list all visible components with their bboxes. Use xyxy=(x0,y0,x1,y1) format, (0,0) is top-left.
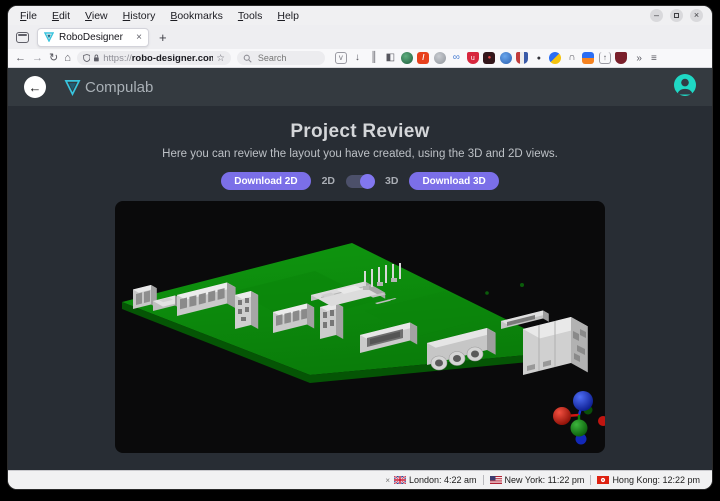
bookmark-star-icon[interactable]: ☆ xyxy=(216,53,225,64)
download-2d-button[interactable]: Download 2D xyxy=(221,172,310,190)
page-subtitle: Here you can review the layout you have … xyxy=(162,148,558,160)
tab-title: RoboDesigner xyxy=(59,32,131,43)
compulab-logo-icon xyxy=(64,79,81,96)
menu-tools[interactable]: Tools xyxy=(238,10,263,22)
3d-viewport[interactable] xyxy=(115,201,605,453)
clock-london: × London: 4:22 am xyxy=(379,475,482,485)
search-icon xyxy=(243,54,252,63)
search-input[interactable] xyxy=(256,52,316,64)
blue-globe-extension-icon[interactable] xyxy=(500,52,512,64)
reload-icon[interactable]: ↻ xyxy=(49,53,58,64)
maximize-button[interactable] xyxy=(670,9,683,22)
dark-bird-extension-icon[interactable]: ● xyxy=(533,52,545,64)
minimize-button[interactable]: – xyxy=(650,9,663,22)
window-controls: – × xyxy=(650,9,703,22)
menubar: File Edit View History Bookmarks Tools H… xyxy=(8,6,712,25)
extensions-row: v ↓ ║ ◧ / ∞ u ● ● ∩ ↑ xyxy=(335,52,628,64)
clock-new-york: New York: 11:22 pm xyxy=(483,475,591,485)
site-back-button[interactable]: ← xyxy=(24,76,46,98)
split-square-extension-icon[interactable] xyxy=(582,52,594,64)
user-avatar[interactable] xyxy=(674,74,696,101)
site-navbar: ← Compulab xyxy=(8,68,712,106)
url-bar[interactable]: https://robo-designer.com/pro ☆ xyxy=(77,51,231,65)
url-scheme: https:// xyxy=(103,53,132,64)
sidebar-icon[interactable]: ◧ xyxy=(384,52,396,64)
share-icon[interactable]: ↑ xyxy=(599,52,611,64)
firefox-view-icon[interactable] xyxy=(16,32,29,43)
close-button[interactable]: × xyxy=(690,9,703,22)
tab-favicon xyxy=(44,32,54,42)
new-tab-button[interactable]: + xyxy=(159,30,167,45)
pcb-board xyxy=(122,243,570,383)
us-flag-icon xyxy=(490,476,502,484)
green-circle-extension-icon[interactable] xyxy=(401,52,413,64)
url-host: robo-designer.com xyxy=(132,53,214,64)
tab-robodesigner[interactable]: RoboDesigner × xyxy=(37,28,149,47)
hk-flag-icon xyxy=(597,476,609,484)
clock-close-icon[interactable]: × xyxy=(385,476,390,485)
view-toggle[interactable] xyxy=(346,175,374,188)
navigation-toolbar: ← → ↻ ⌂ https://robo-designer.com/pro ☆ xyxy=(8,49,712,68)
component-rj45-block xyxy=(523,317,588,375)
menu-history[interactable]: History xyxy=(123,10,156,22)
lock-icon[interactable] xyxy=(93,53,100,63)
clock-label: New York: 11:22 pm xyxy=(505,475,585,485)
clock-hong-kong: Hong Kong: 12:22 pm xyxy=(590,475,706,485)
component-vertical-connector-b xyxy=(320,303,343,339)
maximize-icon xyxy=(674,13,679,18)
screen: File Edit View History Bookmarks Tools H… xyxy=(0,0,720,501)
home-icon[interactable]: ⌂ xyxy=(64,53,71,64)
axis-neg-red-sphere xyxy=(598,416,605,426)
menu-file[interactable]: File xyxy=(20,10,37,22)
component-vertical-connector-a xyxy=(235,291,258,329)
red-shield-extension-icon[interactable]: u xyxy=(467,52,479,64)
menu-view[interactable]: View xyxy=(85,10,108,22)
flag-shield-extension-icon[interactable] xyxy=(516,52,528,64)
pcb-3d-view[interactable] xyxy=(115,201,605,453)
menu-bookmarks[interactable]: Bookmarks xyxy=(170,10,223,22)
menu-edit[interactable]: Edit xyxy=(52,10,70,22)
main-content: Project Review Here you can review the l… xyxy=(8,106,712,472)
brand-logo[interactable]: Compulab xyxy=(64,79,153,96)
toggle-knob xyxy=(360,174,375,189)
app-menu-icon[interactable]: ≡ xyxy=(651,53,657,64)
uk-flag-icon xyxy=(394,476,406,484)
page-title: Project Review xyxy=(290,121,429,143)
axis-green-sphere xyxy=(571,420,588,437)
pocket-icon[interactable]: v xyxy=(335,52,347,64)
forward-icon[interactable]: → xyxy=(32,53,43,64)
brand-name: Compulab xyxy=(85,79,153,96)
menu-help[interactable]: Help xyxy=(277,10,299,22)
label-3d: 3D xyxy=(385,175,398,187)
listen-extension-icon[interactable]: ∩ xyxy=(566,52,578,64)
view-controls: Download 2D 2D 3D Download 3D xyxy=(221,172,499,190)
library-icon[interactable]: ║ xyxy=(368,52,380,64)
axis-red-sphere xyxy=(553,407,571,425)
page-content: ← Compulab xyxy=(8,68,712,472)
downloads-icon[interactable]: ↓ xyxy=(351,52,363,64)
red-slash-extension-icon[interactable]: / xyxy=(417,52,429,64)
search-bar[interactable] xyxy=(237,51,325,65)
browser-window: File Edit View History Bookmarks Tools H… xyxy=(8,6,712,489)
tracking-shield-icon[interactable] xyxy=(83,53,91,63)
clock-label: London: 4:22 am xyxy=(409,475,477,485)
blue-link-extension-icon[interactable]: ∞ xyxy=(450,52,462,64)
status-bar: × London: 4:22 am xyxy=(8,470,712,489)
gray-globe-extension-icon[interactable] xyxy=(434,52,446,64)
tab-close-icon[interactable]: × xyxy=(136,32,142,43)
split-circle-extension-icon[interactable] xyxy=(549,52,561,64)
axis-blue-sphere xyxy=(573,391,593,411)
label-2d: 2D xyxy=(322,175,335,187)
tab-bar: RoboDesigner × + xyxy=(8,25,712,49)
avatar-icon xyxy=(674,74,696,96)
axis-gizmo[interactable] xyxy=(553,391,605,445)
dark-badge-extension-icon[interactable]: ● xyxy=(483,52,495,64)
back-icon[interactable]: ← xyxy=(15,53,26,64)
maroon-shield-extension-icon[interactable] xyxy=(615,52,627,64)
overflow-chevron-icon[interactable]: » xyxy=(636,53,642,64)
clock-label: Hong Kong: 12:22 pm xyxy=(612,475,700,485)
download-3d-button[interactable]: Download 3D xyxy=(409,172,498,190)
